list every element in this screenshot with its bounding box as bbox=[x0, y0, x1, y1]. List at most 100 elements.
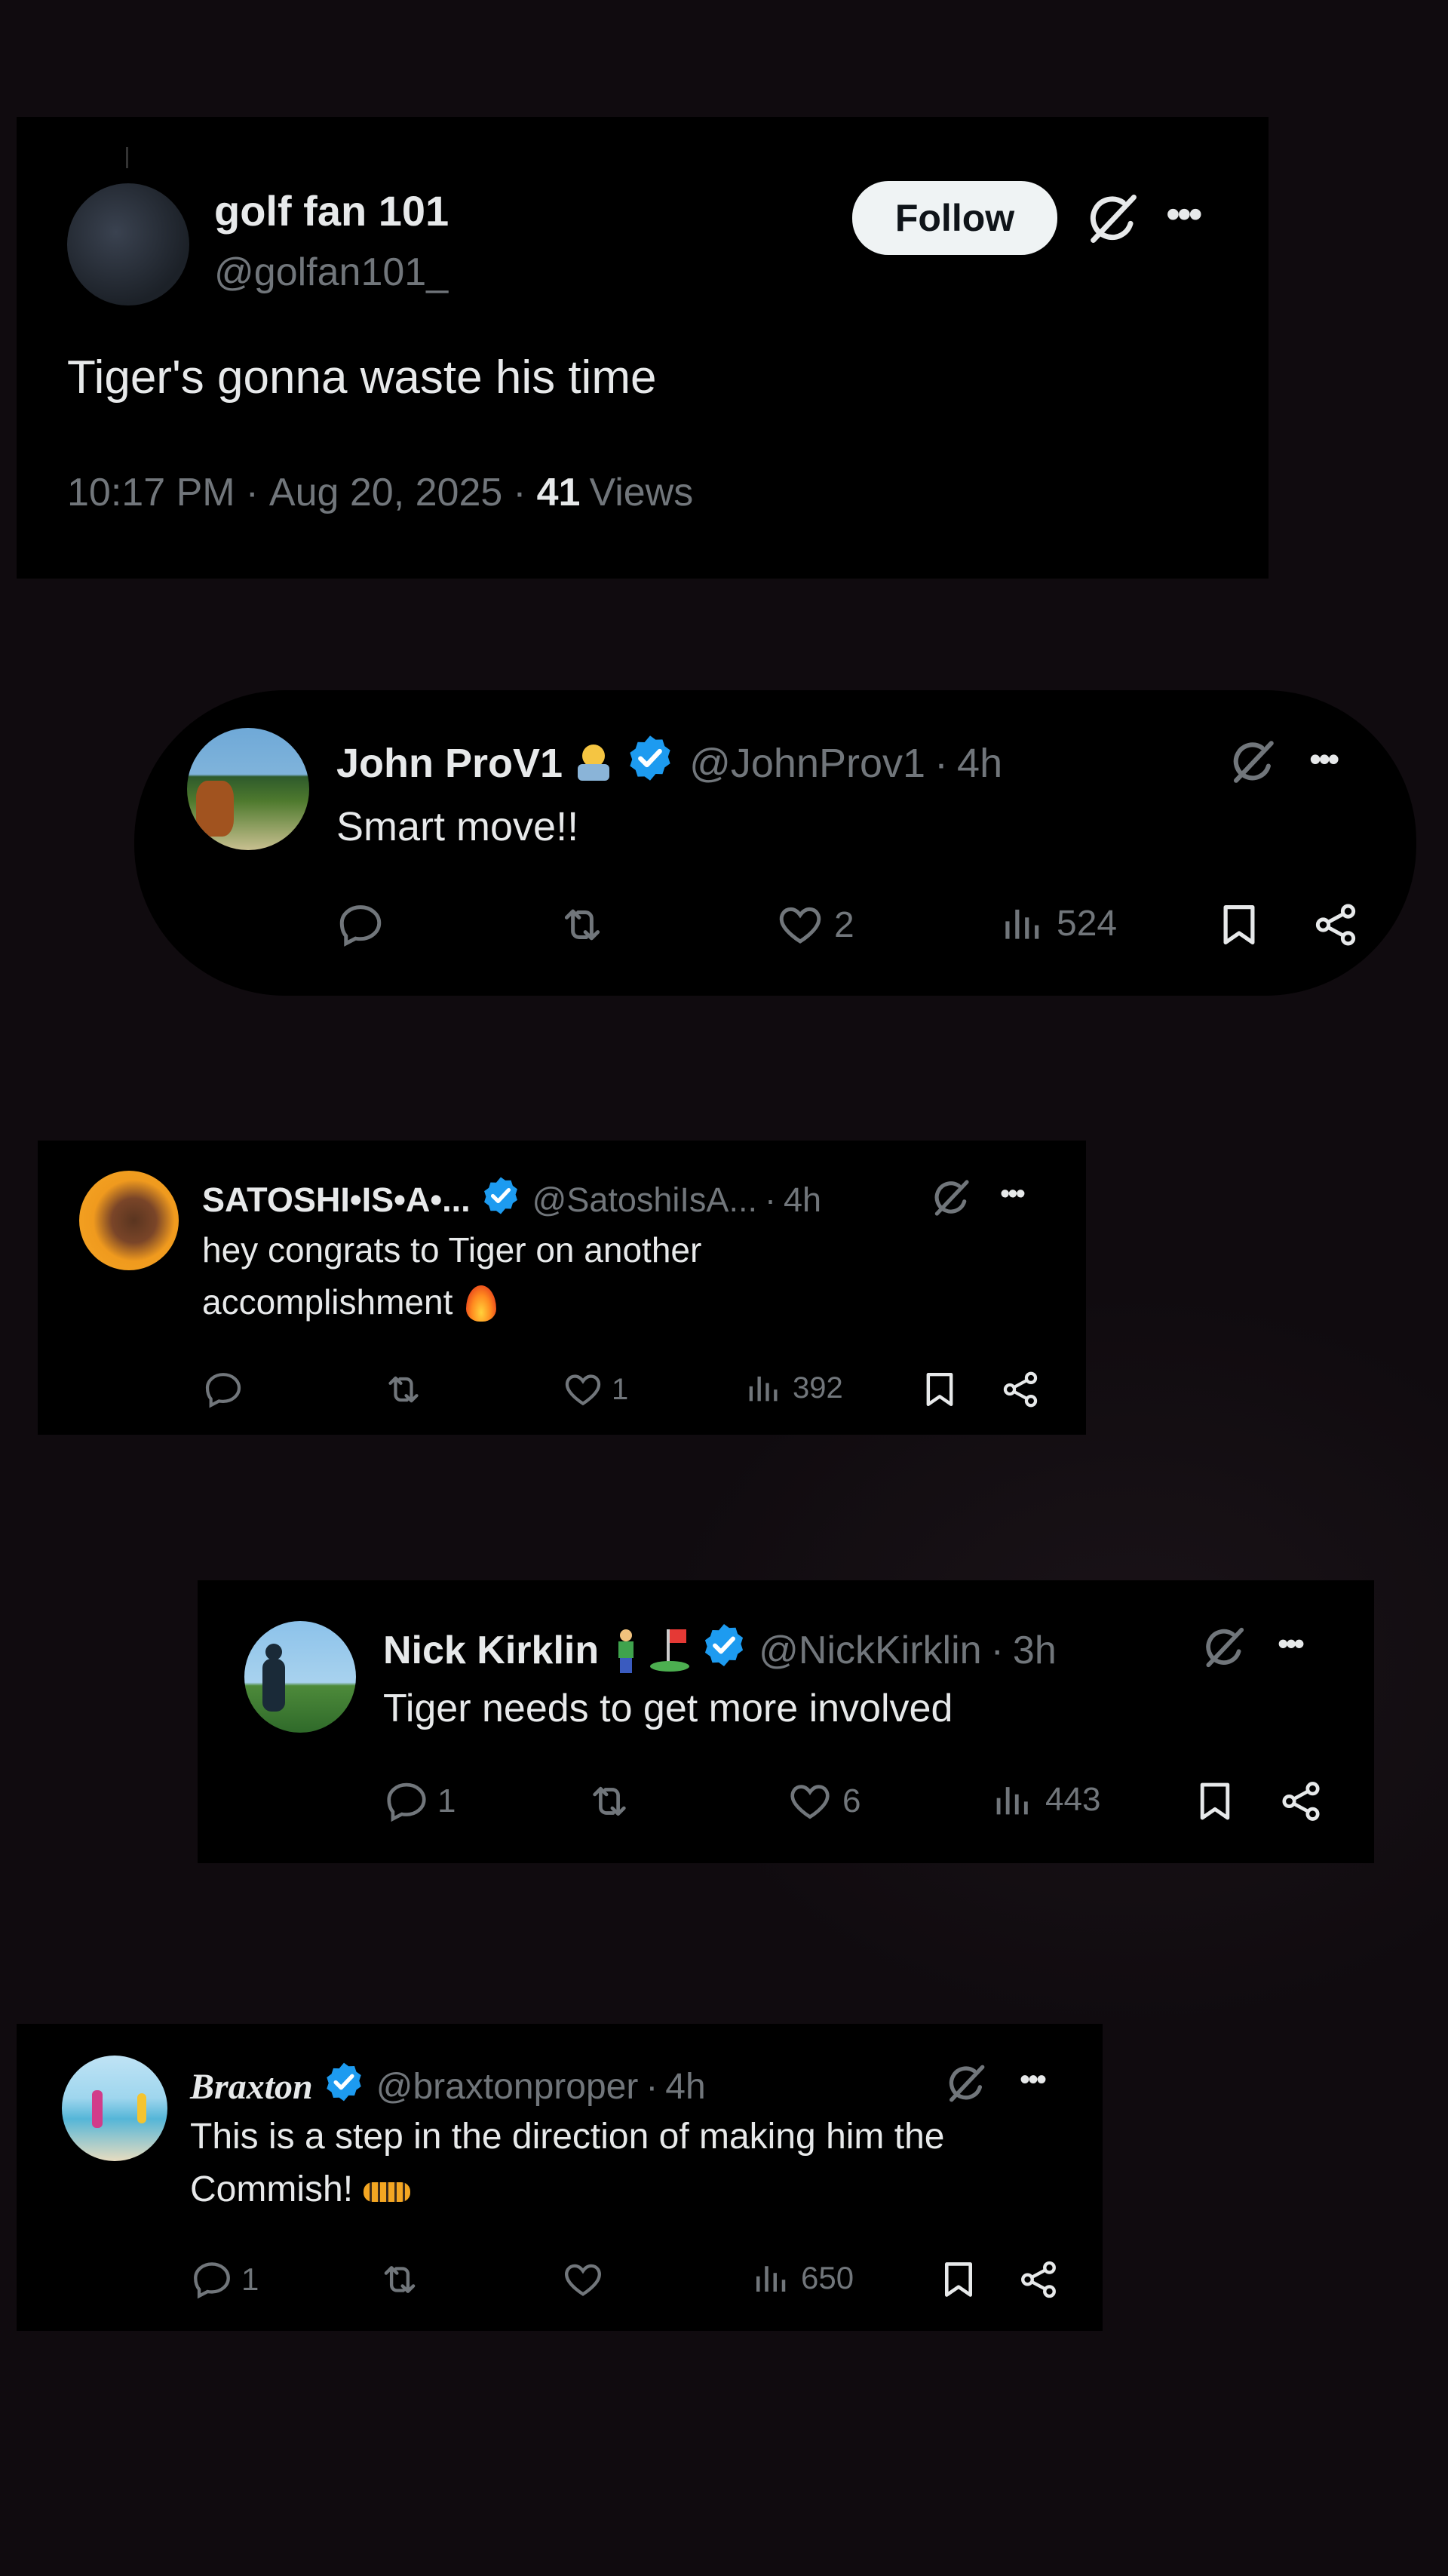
reply-text-line1: hey congrats to Tiger on another bbox=[202, 1230, 702, 1270]
views-label: Views bbox=[589, 471, 694, 514]
views-button[interactable]: 392 bbox=[743, 1368, 843, 1408]
follow-label: Follow bbox=[894, 197, 1015, 239]
thread-line bbox=[126, 147, 128, 168]
reply-icon bbox=[190, 2258, 234, 2301]
verified-badge-icon bbox=[322, 2060, 366, 2113]
views-icon bbox=[989, 1778, 1033, 1822]
tiger-emoji bbox=[364, 2175, 413, 2205]
post-text: Tiger's gonna waste his time bbox=[67, 352, 657, 404]
more-icon[interactable]: ••• bbox=[1020, 2063, 1047, 2097]
post-age[interactable]: 4h bbox=[665, 2066, 705, 2108]
reply-button[interactable]: 1 bbox=[383, 1778, 456, 1825]
bookmark-button[interactable] bbox=[1192, 1778, 1238, 1825]
like-count: 2 bbox=[834, 904, 854, 945]
handle[interactable]: @SatoshiIsA... bbox=[532, 1181, 757, 1220]
display-name[interactable]: SATOSHI•IS•A•... bbox=[202, 1181, 471, 1220]
separator: · bbox=[513, 471, 526, 514]
views-icon bbox=[750, 2258, 790, 2298]
reply-text: Tiger needs to get more involved bbox=[383, 1687, 953, 1730]
reply-count: 1 bbox=[241, 2261, 259, 2297]
reply-card: Braxton @braxtonproper · 4h ••• This is … bbox=[17, 2024, 1103, 2331]
grok-icon[interactable] bbox=[1084, 190, 1141, 247]
view-count: 443 bbox=[1045, 1781, 1101, 1818]
like-icon bbox=[787, 1778, 833, 1825]
share-icon bbox=[999, 1368, 1042, 1411]
reply-icon bbox=[383, 1778, 430, 1825]
post-age[interactable]: 4h bbox=[784, 1181, 821, 1220]
retweet-icon bbox=[381, 1368, 426, 1411]
golfer-emoji bbox=[611, 1628, 641, 1673]
grok-icon[interactable] bbox=[1201, 1624, 1247, 1671]
retweet-icon bbox=[584, 1778, 635, 1825]
share-icon bbox=[1278, 1778, 1324, 1825]
bookmark-icon bbox=[937, 2258, 980, 2301]
reply-button[interactable]: 1 bbox=[190, 2258, 259, 2301]
retweet-button[interactable] bbox=[555, 900, 609, 950]
post-age[interactable]: 4h bbox=[957, 740, 1002, 787]
more-icon[interactable]: ••• bbox=[1166, 191, 1203, 238]
more-icon[interactable]: ••• bbox=[1000, 1178, 1026, 1211]
like-button[interactable]: 6 bbox=[787, 1778, 861, 1825]
technologist-emoji bbox=[573, 741, 614, 785]
post-age[interactable]: 3h bbox=[1013, 1628, 1057, 1673]
like-button[interactable] bbox=[561, 2258, 605, 2301]
bookmark-button[interactable] bbox=[1214, 900, 1264, 950]
avatar[interactable] bbox=[79, 1171, 179, 1270]
separator: · bbox=[764, 1180, 776, 1219]
grok-icon[interactable] bbox=[1228, 737, 1278, 787]
avatar[interactable] bbox=[187, 728, 309, 850]
share-button[interactable] bbox=[1278, 1778, 1324, 1825]
bookmark-icon bbox=[1214, 900, 1264, 950]
like-button[interactable]: 2 bbox=[775, 900, 854, 950]
display-name[interactable]: Nick Kirklin bbox=[383, 1628, 599, 1673]
reply-icon bbox=[202, 1368, 244, 1411]
bookmark-button[interactable] bbox=[937, 2258, 980, 2301]
grok-icon[interactable] bbox=[930, 1177, 972, 1219]
separator: · bbox=[245, 471, 259, 514]
reply-icon bbox=[336, 900, 385, 950]
retweet-button[interactable] bbox=[381, 1368, 426, 1411]
share-button[interactable] bbox=[1017, 2258, 1060, 2301]
views-button[interactable]: 650 bbox=[750, 2258, 854, 2298]
like-icon bbox=[775, 900, 825, 950]
views-icon bbox=[743, 1368, 782, 1408]
view-count: 650 bbox=[801, 2260, 854, 2295]
bookmark-icon bbox=[919, 1368, 961, 1411]
like-icon bbox=[562, 1368, 604, 1411]
separator: · bbox=[934, 740, 949, 786]
grok-icon[interactable] bbox=[944, 2062, 988, 2105]
handle[interactable]: @braxtonproper bbox=[376, 2066, 639, 2108]
like-button[interactable]: 1 bbox=[562, 1368, 628, 1411]
views-button[interactable]: 524 bbox=[998, 900, 1117, 947]
more-icon[interactable]: ••• bbox=[1309, 738, 1339, 779]
reply-button[interactable] bbox=[202, 1368, 244, 1411]
retweet-button[interactable] bbox=[376, 2258, 424, 2301]
display-name[interactable]: Braxton bbox=[190, 2066, 313, 2108]
avatar[interactable] bbox=[67, 183, 189, 305]
reply-count: 1 bbox=[437, 1782, 456, 1819]
view-count: 392 bbox=[793, 1371, 843, 1405]
separator: · bbox=[990, 1628, 1004, 1672]
display-name[interactable]: golf fan 101 bbox=[214, 186, 449, 235]
views-icon bbox=[998, 900, 1045, 947]
more-icon[interactable]: ••• bbox=[1278, 1626, 1305, 1662]
handle[interactable]: @golfan101_ bbox=[214, 250, 448, 295]
handle[interactable]: @JohnProv1 bbox=[689, 740, 925, 787]
main-post-card: golf fan 101 @golfan101_ Follow ••• Tige… bbox=[17, 117, 1269, 579]
reply-text: Smart move!! bbox=[336, 804, 579, 849]
avatar[interactable] bbox=[62, 2056, 167, 2161]
retweet-button[interactable] bbox=[584, 1778, 635, 1825]
post-time[interactable]: 10:17 PM bbox=[67, 470, 235, 515]
reply-button[interactable] bbox=[336, 900, 385, 950]
share-button[interactable] bbox=[1311, 900, 1361, 950]
display-name[interactable]: John ProV1 bbox=[336, 740, 563, 787]
views-button[interactable]: 443 bbox=[989, 1778, 1100, 1822]
reply-text-line1: This is a step in the direction of makin… bbox=[190, 2117, 945, 2157]
separator: · bbox=[646, 2066, 658, 2107]
bookmark-button[interactable] bbox=[919, 1368, 961, 1411]
handle[interactable]: @NickKirklin bbox=[759, 1628, 981, 1673]
share-button[interactable] bbox=[999, 1368, 1042, 1411]
follow-button[interactable]: Follow bbox=[852, 181, 1057, 255]
post-date[interactable]: Aug 20, 2025 bbox=[269, 470, 502, 515]
avatar[interactable] bbox=[244, 1621, 356, 1733]
